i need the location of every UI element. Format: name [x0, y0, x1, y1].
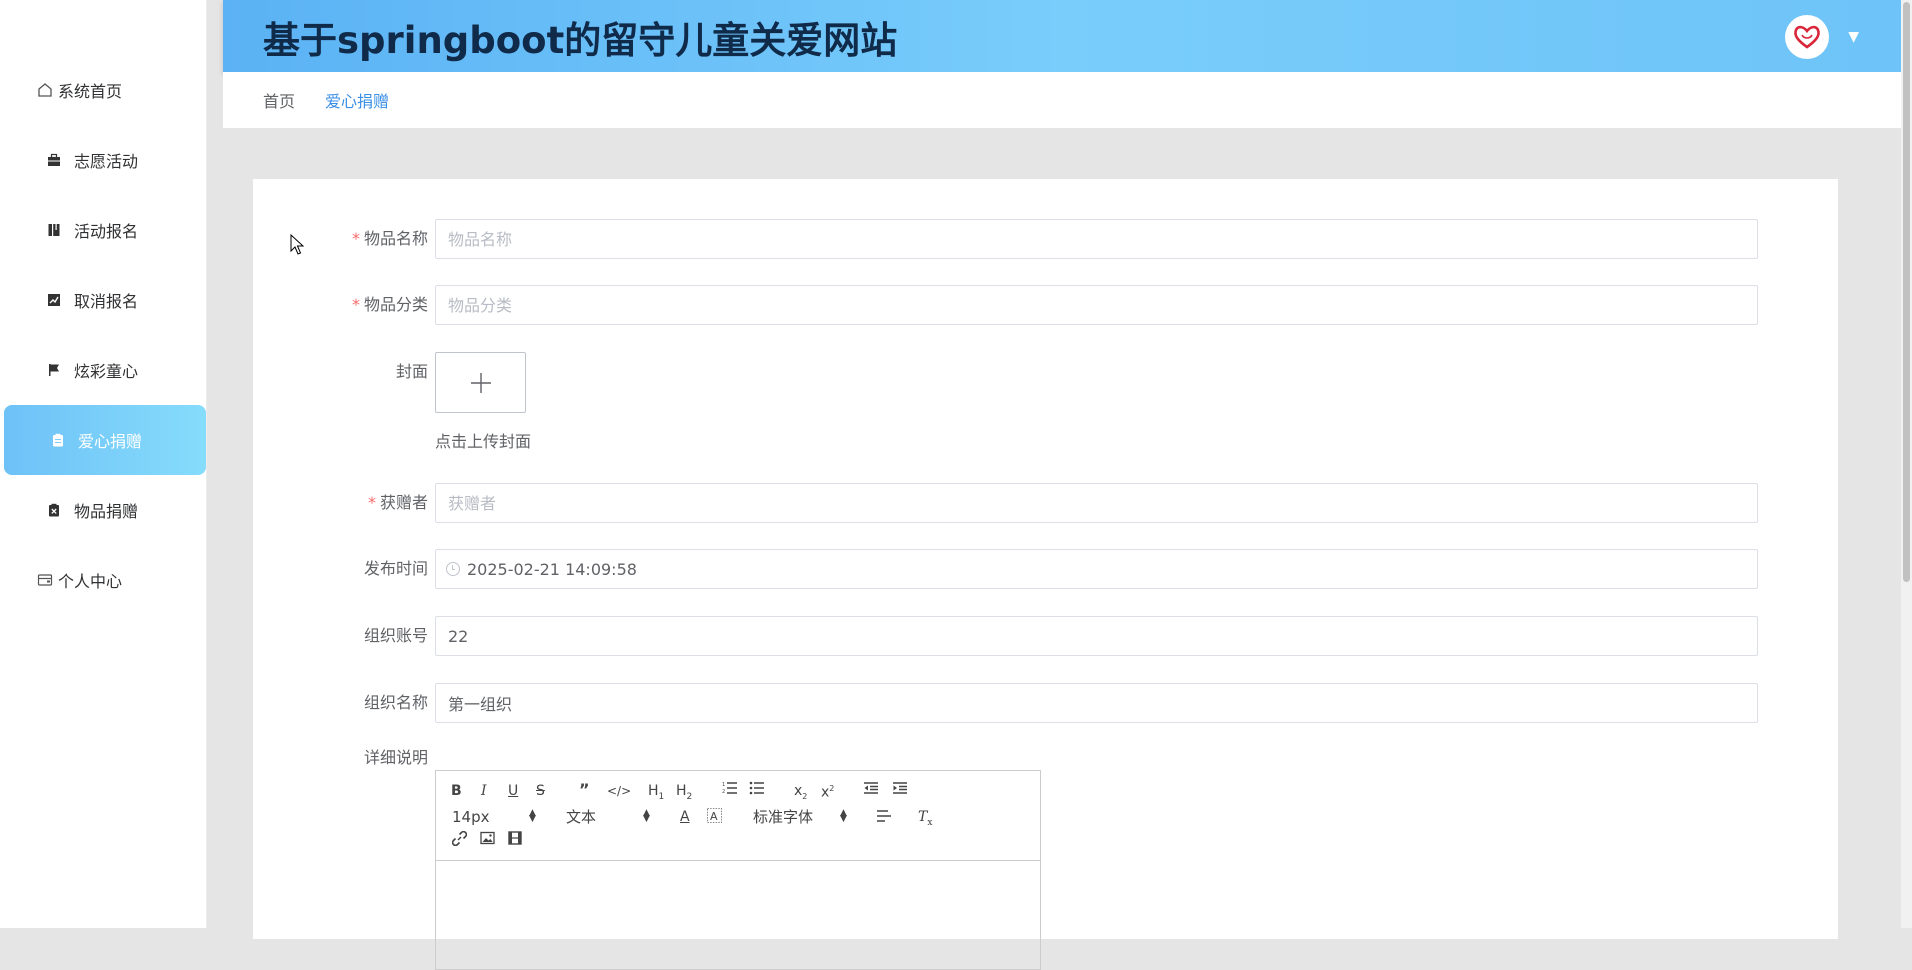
cover-upload-tip: 点击上传封面	[435, 432, 532, 451]
sidebar-item-item-donation[interactable]: 物品捐赠	[0, 475, 207, 545]
font-family-select-arrows-icon: ▲ ▼	[840, 808, 847, 824]
italic-icon[interactable]: I	[481, 782, 487, 800]
notebook-icon	[46, 222, 62, 238]
item-name-label: * 物品名称	[351, 229, 428, 248]
clock-icon	[446, 562, 460, 576]
svg-text:1: 1	[722, 782, 725, 788]
sidebar-item-label: 爱心捐赠	[78, 432, 143, 451]
sidebar: 系统首页 志愿活动 活动报名 取消报名 炫彩童心 爱心捐赠 物品捐赠 个人中心	[0, 0, 207, 928]
org-account-label: 组织账号	[363, 626, 428, 645]
svg-text:A: A	[710, 810, 718, 823]
avatar[interactable]	[1785, 15, 1829, 59]
home-icon	[37, 82, 53, 98]
required-mark: *	[351, 295, 360, 314]
clipboard-x-icon	[46, 502, 62, 518]
font-size-select-arrows-icon: ▲ ▼	[529, 808, 536, 824]
sidebar-item-label: 物品捐赠	[74, 502, 139, 521]
bold-icon[interactable]: B	[451, 782, 462, 800]
wallet-icon	[37, 572, 53, 588]
ordered-list-icon[interactable]: 12	[722, 781, 738, 800]
font-size-select[interactable]: 14px	[452, 807, 490, 827]
sidebar-item-label: 系统首页	[58, 82, 123, 101]
sidebar-item-label: 志愿活动	[74, 152, 139, 171]
top-header: 基于springboot的留守儿童关爱网站 ▼	[223, 0, 1901, 72]
form-row-org-account: 组织账号	[253, 616, 1838, 656]
link-icon[interactable]	[451, 830, 468, 851]
text-type-select[interactable]: 文本	[566, 807, 596, 827]
blockquote-icon[interactable]: ”	[579, 781, 590, 799]
sidebar-item-label: 个人中心	[58, 572, 123, 591]
sidebar-item-label: 取消报名	[74, 292, 139, 311]
mouse-pointer-icon	[290, 233, 305, 260]
org-name-input[interactable]	[435, 683, 1758, 723]
breadcrumb: 首页 爱心捐赠	[223, 72, 1901, 128]
breadcrumb-home[interactable]: 首页	[263, 88, 295, 112]
plus-icon	[470, 372, 491, 393]
form-row-item-name: * 物品名称	[253, 219, 1838, 259]
video-icon[interactable]	[508, 831, 522, 850]
recipient-label: * 获赠者	[367, 493, 428, 512]
rich-text-editor: B I U S ” </> H1 H2 12 x2 x2 14px ▲ ▼ 文本…	[435, 770, 1041, 970]
svg-text:2: 2	[722, 789, 725, 795]
sidebar-item-label: 活动报名	[74, 222, 139, 241]
scrollbar-thumb[interactable]	[1903, 2, 1910, 582]
font-family-select[interactable]: 标准字体	[753, 807, 813, 827]
font-color-icon[interactable]: A	[680, 808, 690, 826]
superscript-icon[interactable]: x2	[821, 780, 834, 802]
clipboard-icon	[50, 432, 66, 448]
sidebar-item-activity-signup[interactable]: 活动报名	[0, 195, 207, 265]
item-category-input[interactable]	[435, 285, 1758, 325]
heading-2-icon[interactable]: H2	[676, 782, 692, 806]
description-label: 详细说明	[363, 748, 428, 767]
donation-form-card: *物品名称 *物品分类 封面 点击上传封面 *获赠者 发布时间 2025-02-…	[253, 179, 1838, 970]
form-row-publish-time: 发布时间 2025-02-21 14:09:58	[253, 549, 1838, 589]
sidebar-item-personal-center[interactable]: 个人中心	[0, 545, 207, 615]
clear-format-icon[interactable]: Tx	[918, 808, 932, 832]
indent-icon[interactable]	[892, 781, 908, 800]
subscript-icon[interactable]: x2	[794, 782, 807, 806]
editor-toolbar: B I U S ” </> H1 H2 12 x2 x2 14px ▲ ▼ 文本…	[436, 771, 1040, 861]
flag-icon	[46, 362, 62, 378]
cover-label: 封面	[395, 362, 428, 381]
code-block-icon[interactable]: </>	[607, 782, 631, 800]
form-row-item-category: * 物品分类	[253, 285, 1838, 325]
sidebar-item-cancel-signup[interactable]: 取消报名	[0, 265, 207, 335]
chart-icon	[46, 292, 62, 308]
user-menu-caret-icon[interactable]: ▼	[1848, 29, 1859, 45]
publish-time-label: 发布时间	[363, 559, 428, 578]
background-color-icon[interactable]: A	[707, 808, 722, 828]
site-title: 基于springboot的留守儿童关爱网站	[263, 19, 898, 62]
outdent-icon[interactable]	[863, 781, 879, 800]
briefcase-icon	[46, 152, 62, 168]
form-row-recipient: * 获赠者	[253, 483, 1838, 523]
image-icon[interactable]	[480, 831, 495, 850]
cover-upload-button[interactable]	[435, 352, 526, 413]
recipient-input[interactable]	[435, 483, 1758, 523]
form-row-org-name: 组织名称	[253, 683, 1838, 723]
publish-time-picker[interactable]: 2025-02-21 14:09:58	[435, 549, 1758, 589]
breadcrumb-current: 爱心捐赠	[325, 92, 390, 111]
sidebar-item-charity-donation[interactable]: 爱心捐赠	[4, 405, 206, 475]
required-mark: *	[367, 493, 376, 512]
heading-1-icon[interactable]: H1	[648, 782, 664, 806]
item-name-input[interactable]	[435, 219, 1758, 259]
align-left-icon[interactable]	[876, 809, 892, 828]
strikethrough-icon[interactable]: S	[536, 782, 545, 800]
text-type-select-arrows-icon: ▲ ▼	[643, 808, 650, 824]
sidebar-item-volunteer-activities[interactable]: 志愿活动	[0, 125, 207, 195]
sidebar-item-colorful-childhood[interactable]: 炫彩童心	[0, 335, 207, 405]
publish-time-value: 2025-02-21 14:09:58	[467, 559, 637, 579]
required-mark: *	[351, 229, 360, 248]
org-account-input[interactable]	[435, 616, 1758, 656]
org-name-label: 组织名称	[363, 693, 428, 712]
sidebar-item-home[interactable]: 系统首页	[0, 55, 207, 125]
page-scrollbar[interactable]	[1901, 0, 1912, 928]
sidebar-item-label: 炫彩童心	[74, 362, 139, 381]
bullet-list-icon[interactable]	[749, 781, 765, 800]
item-category-label: * 物品分类	[351, 295, 428, 314]
editor-content-area[interactable]	[436, 862, 1040, 969]
heart-logo-icon	[1794, 25, 1820, 49]
underline-icon[interactable]: U	[508, 782, 518, 800]
